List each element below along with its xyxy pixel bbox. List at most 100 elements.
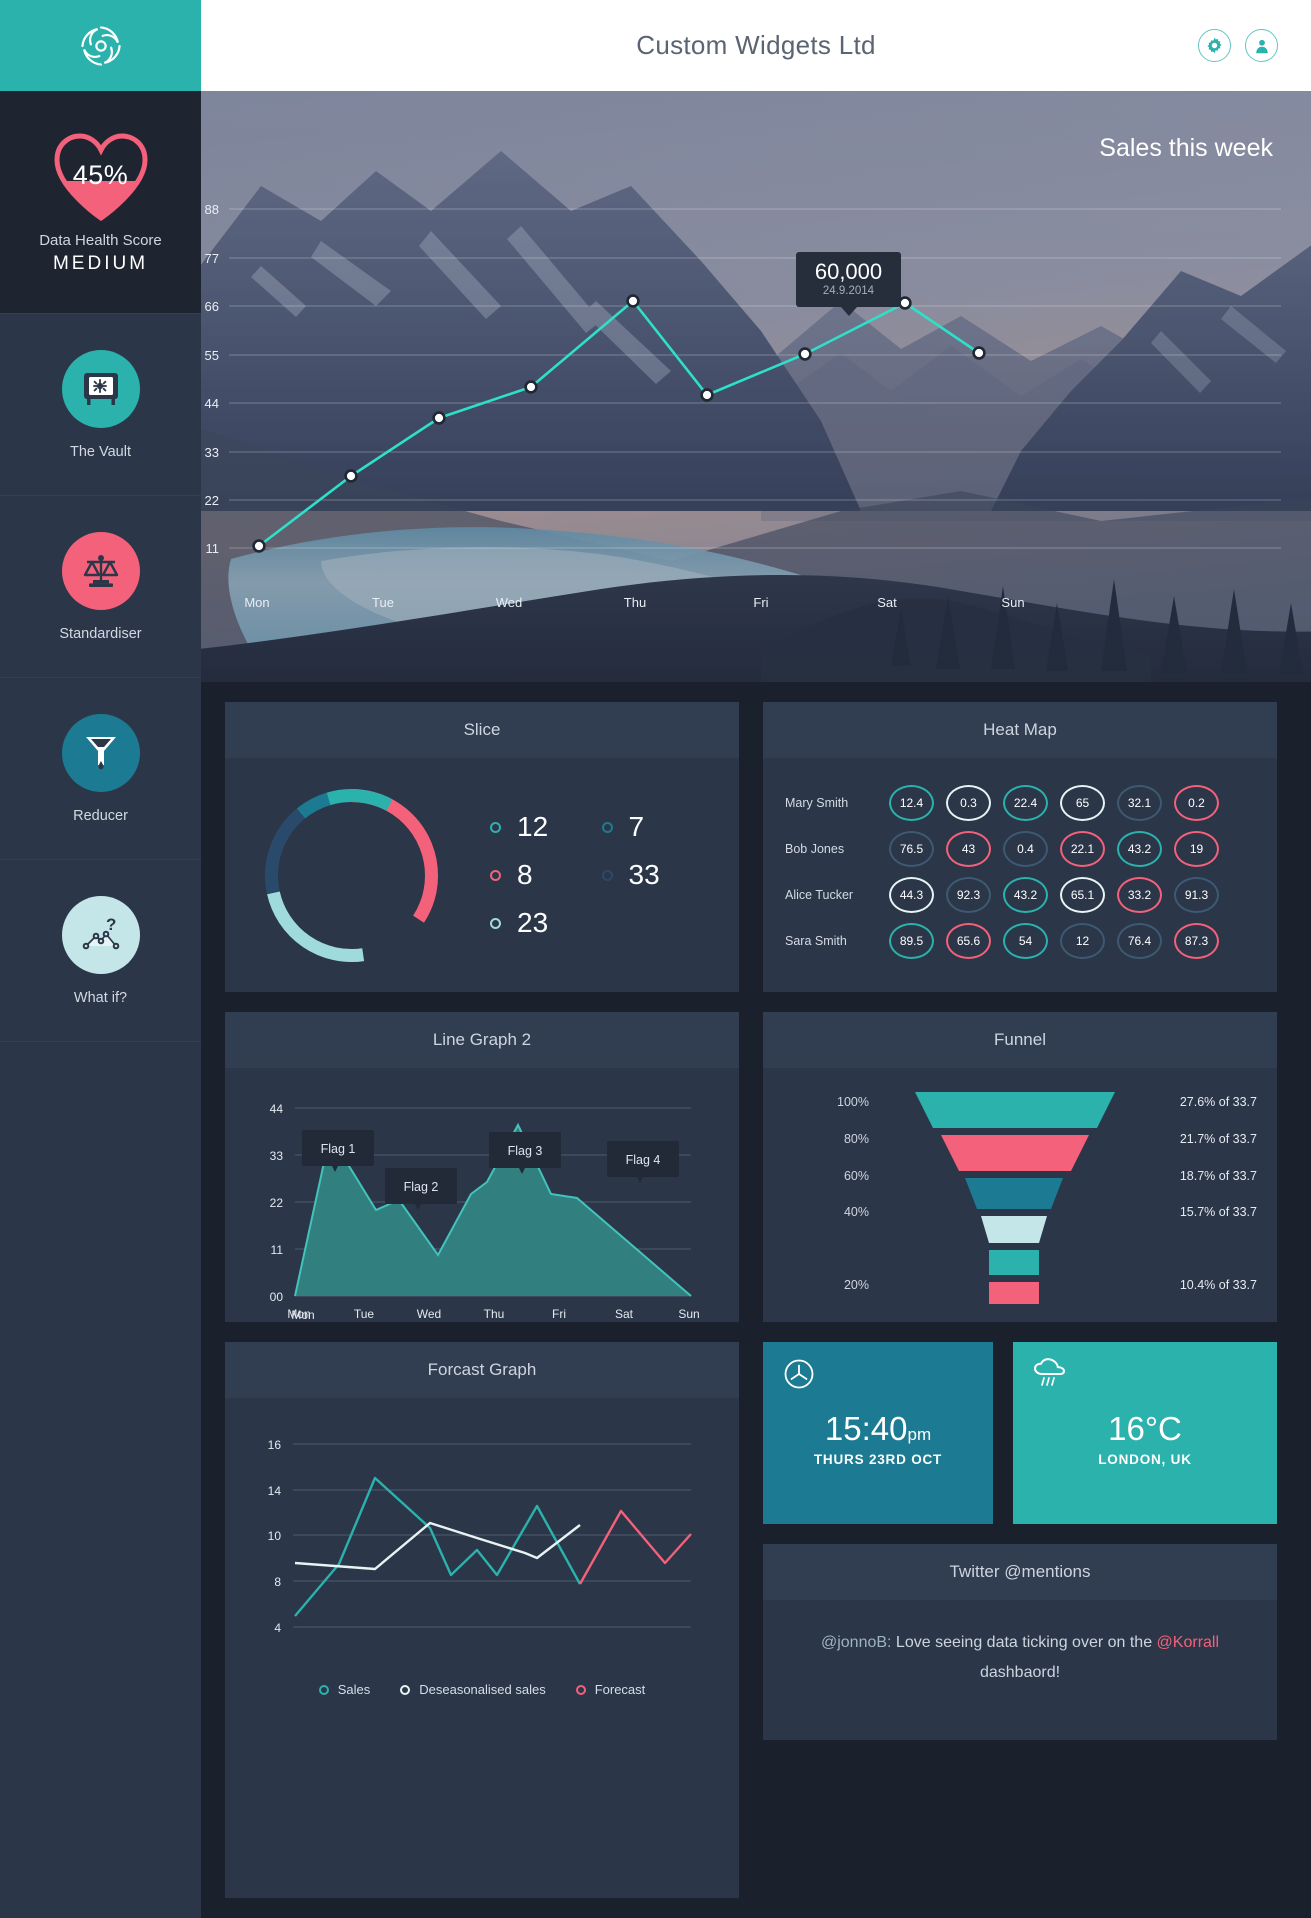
- tooltip-value: 60,000: [814, 259, 883, 284]
- heat-cell[interactable]: 0.4: [1003, 831, 1048, 867]
- svg-text:8: 8: [274, 1575, 281, 1589]
- funnel-stage-label: 80%: [843, 1132, 869, 1146]
- account-button[interactable]: [1245, 29, 1278, 62]
- heat-cell[interactable]: 65: [1060, 785, 1105, 821]
- heat-cell[interactable]: 54: [1003, 923, 1048, 959]
- clock-icon: [784, 1359, 814, 1389]
- legend-item[interactable]: Sales: [318, 1682, 370, 1697]
- panel-body: 12 7 8 33 23: [225, 758, 739, 992]
- heat-cell[interactable]: 33.2: [1117, 877, 1162, 913]
- tweet-author[interactable]: @jonnoB:: [821, 1634, 892, 1651]
- legend-item[interactable]: 7: [601, 811, 710, 843]
- legend-item[interactable]: 33: [601, 859, 710, 891]
- flag-2: Flag 2: [385, 1168, 457, 1210]
- legend-value: 7: [628, 811, 645, 842]
- page-title: Custom Widgets Ltd: [636, 30, 876, 60]
- heat-cells: 89.5 65.6 54 12 76.4 87.3: [889, 923, 1255, 959]
- hero-line-plot: 88 77 66 55 44 33 22 11 Mon Tue Wed Thu Fri Sat S…: [205, 202, 1281, 610]
- panel-header: Funnel: [763, 1012, 1277, 1068]
- heat-cell[interactable]: 22.4: [1003, 785, 1048, 821]
- heat-row-label: Sara Smith: [785, 934, 847, 948]
- svg-text:Sat: Sat: [615, 1307, 634, 1321]
- gridlines: [229, 208, 1281, 549]
- svg-text:Tue: Tue: [372, 595, 394, 610]
- panel-heat-map: Heat Map Mary Smith 12.4 0.3 22.4 65 32.…: [763, 702, 1277, 992]
- y-axis-labels: 16 14 10 8 4: [268, 1438, 282, 1635]
- heat-cell[interactable]: 76.5: [889, 831, 934, 867]
- heat-cell[interactable]: 12: [1060, 923, 1105, 959]
- legend-item[interactable]: Forecast: [575, 1682, 646, 1697]
- heat-cell[interactable]: 12.4: [889, 785, 934, 821]
- heat-cell[interactable]: 43.2: [1117, 831, 1162, 867]
- heat-cell[interactable]: 43: [946, 831, 991, 867]
- legend-item[interactable]: 12: [490, 811, 598, 843]
- svg-text:Fri: Fri: [552, 1307, 566, 1321]
- legend-dot-icon: [400, 1684, 411, 1695]
- panel-header: Twitter @mentions: [763, 1544, 1277, 1600]
- user-icon: [1255, 39, 1268, 53]
- hero-tooltip: 60,000 24.9.2014: [796, 252, 901, 317]
- sales-line: [258, 299, 980, 548]
- series-sales: [294, 1476, 582, 1617]
- legend-item[interactable]: Deseasonalised sales: [400, 1682, 546, 1697]
- legend-item[interactable]: 23: [490, 907, 598, 939]
- clock-widget: 15:40pm THURS 23RD OCT: [763, 1342, 993, 1524]
- panel-forecast-graph: Forcast Graph 16 14 10 84 Sales Deseason…: [225, 1342, 739, 1898]
- heat-cell[interactable]: 89.5: [889, 923, 934, 959]
- slice-legend: 12 7 8 33 23: [444, 811, 739, 939]
- funnel-row: 100% 27.6% of 33.7: [763, 1084, 1277, 1120]
- sidebar: 45% Data Health Score MEDIUM The Vault S…: [0, 0, 201, 1918]
- app-logo[interactable]: [0, 0, 201, 91]
- panel-body: 16 14 10 84 Sales Deseasonalised sales F…: [225, 1398, 739, 1733]
- vault-safe-icon: [61, 349, 140, 428]
- legend-label: Forecast: [594, 1682, 646, 1697]
- heat-cell[interactable]: 43.2: [1003, 877, 1048, 913]
- data-health-score-widget: 45% Data Health Score MEDIUM: [0, 91, 201, 313]
- heat-cell[interactable]: 87.3: [1174, 923, 1219, 959]
- svg-text:16: 16: [268, 1438, 282, 1452]
- legend-dot-icon: [575, 1684, 586, 1695]
- tweet-body-after: dashbaord!: [979, 1663, 1061, 1681]
- weather-location: LONDON, UK: [1098, 1452, 1192, 1467]
- heat-cell[interactable]: 44.3: [889, 877, 934, 913]
- heat-cell[interactable]: 0.2: [1174, 785, 1219, 821]
- heat-cell[interactable]: 76.4: [1117, 923, 1162, 959]
- sidebar-item-what-if[interactable]: ? What if?: [0, 859, 201, 1041]
- heat-row-label: Mary Smith: [785, 796, 849, 810]
- heat-cells: 44.3 92.3 43.2 65.1 33.2 91.3: [889, 877, 1255, 913]
- legend-dot-icon: [601, 869, 613, 881]
- sales-markers: [252, 294, 986, 553]
- funnel-stage-label: 40%: [843, 1205, 869, 1219]
- svg-text:Sun: Sun: [678, 1307, 699, 1321]
- clock-time: 15:40pm: [763, 1410, 993, 1448]
- funnel-stage-label: 60%: [843, 1169, 869, 1183]
- legend-value: 33: [628, 859, 660, 890]
- health-label: Data Health Score: [39, 231, 162, 249]
- heat-cell[interactable]: 91.3: [1174, 877, 1219, 913]
- heat-cell[interactable]: 65.1: [1060, 877, 1105, 913]
- heat-cell[interactable]: 65.6: [946, 923, 991, 959]
- tweet-mention[interactable]: @Korrall: [1157, 1634, 1219, 1651]
- panel-title: Forcast Graph: [427, 1360, 537, 1379]
- funnel-row: 40% 15.7% of 33.7: [763, 1194, 1277, 1230]
- sidebar-item-the-vault[interactable]: The Vault: [0, 313, 201, 495]
- heat-cell[interactable]: 32.1: [1117, 785, 1162, 821]
- x-tick-labels: Mon Tue Wed Thu Fri Sat Sun: [287, 1307, 699, 1321]
- gridlines: [293, 1443, 691, 1628]
- heat-cell[interactable]: 22.1: [1060, 831, 1105, 867]
- heat-cell[interactable]: 0.3: [946, 785, 991, 821]
- svg-text:33: 33: [205, 445, 219, 460]
- sidebar-item-standardiser[interactable]: Standardiser: [0, 495, 201, 677]
- settings-button[interactable]: [1198, 29, 1231, 62]
- svg-text:77: 77: [205, 251, 219, 266]
- svg-text:Flag 3: Flag 3: [508, 1144, 543, 1158]
- sidebar-item-reducer[interactable]: Reducer: [0, 677, 201, 859]
- funnel-annotation: 21.7% of 33.7: [1179, 1132, 1257, 1146]
- panel-body: Mary Smith 12.4 0.3 22.4 65 32.1 0.2 Bob…: [763, 758, 1277, 964]
- heat-cell[interactable]: 92.3: [946, 877, 991, 913]
- legend-dot-icon: [318, 1684, 329, 1695]
- legend-item[interactable]: 8: [490, 859, 598, 891]
- svg-text:33: 33: [270, 1149, 284, 1163]
- heat-cell[interactable]: 19: [1174, 831, 1219, 867]
- legend-value: 8: [517, 859, 533, 890]
